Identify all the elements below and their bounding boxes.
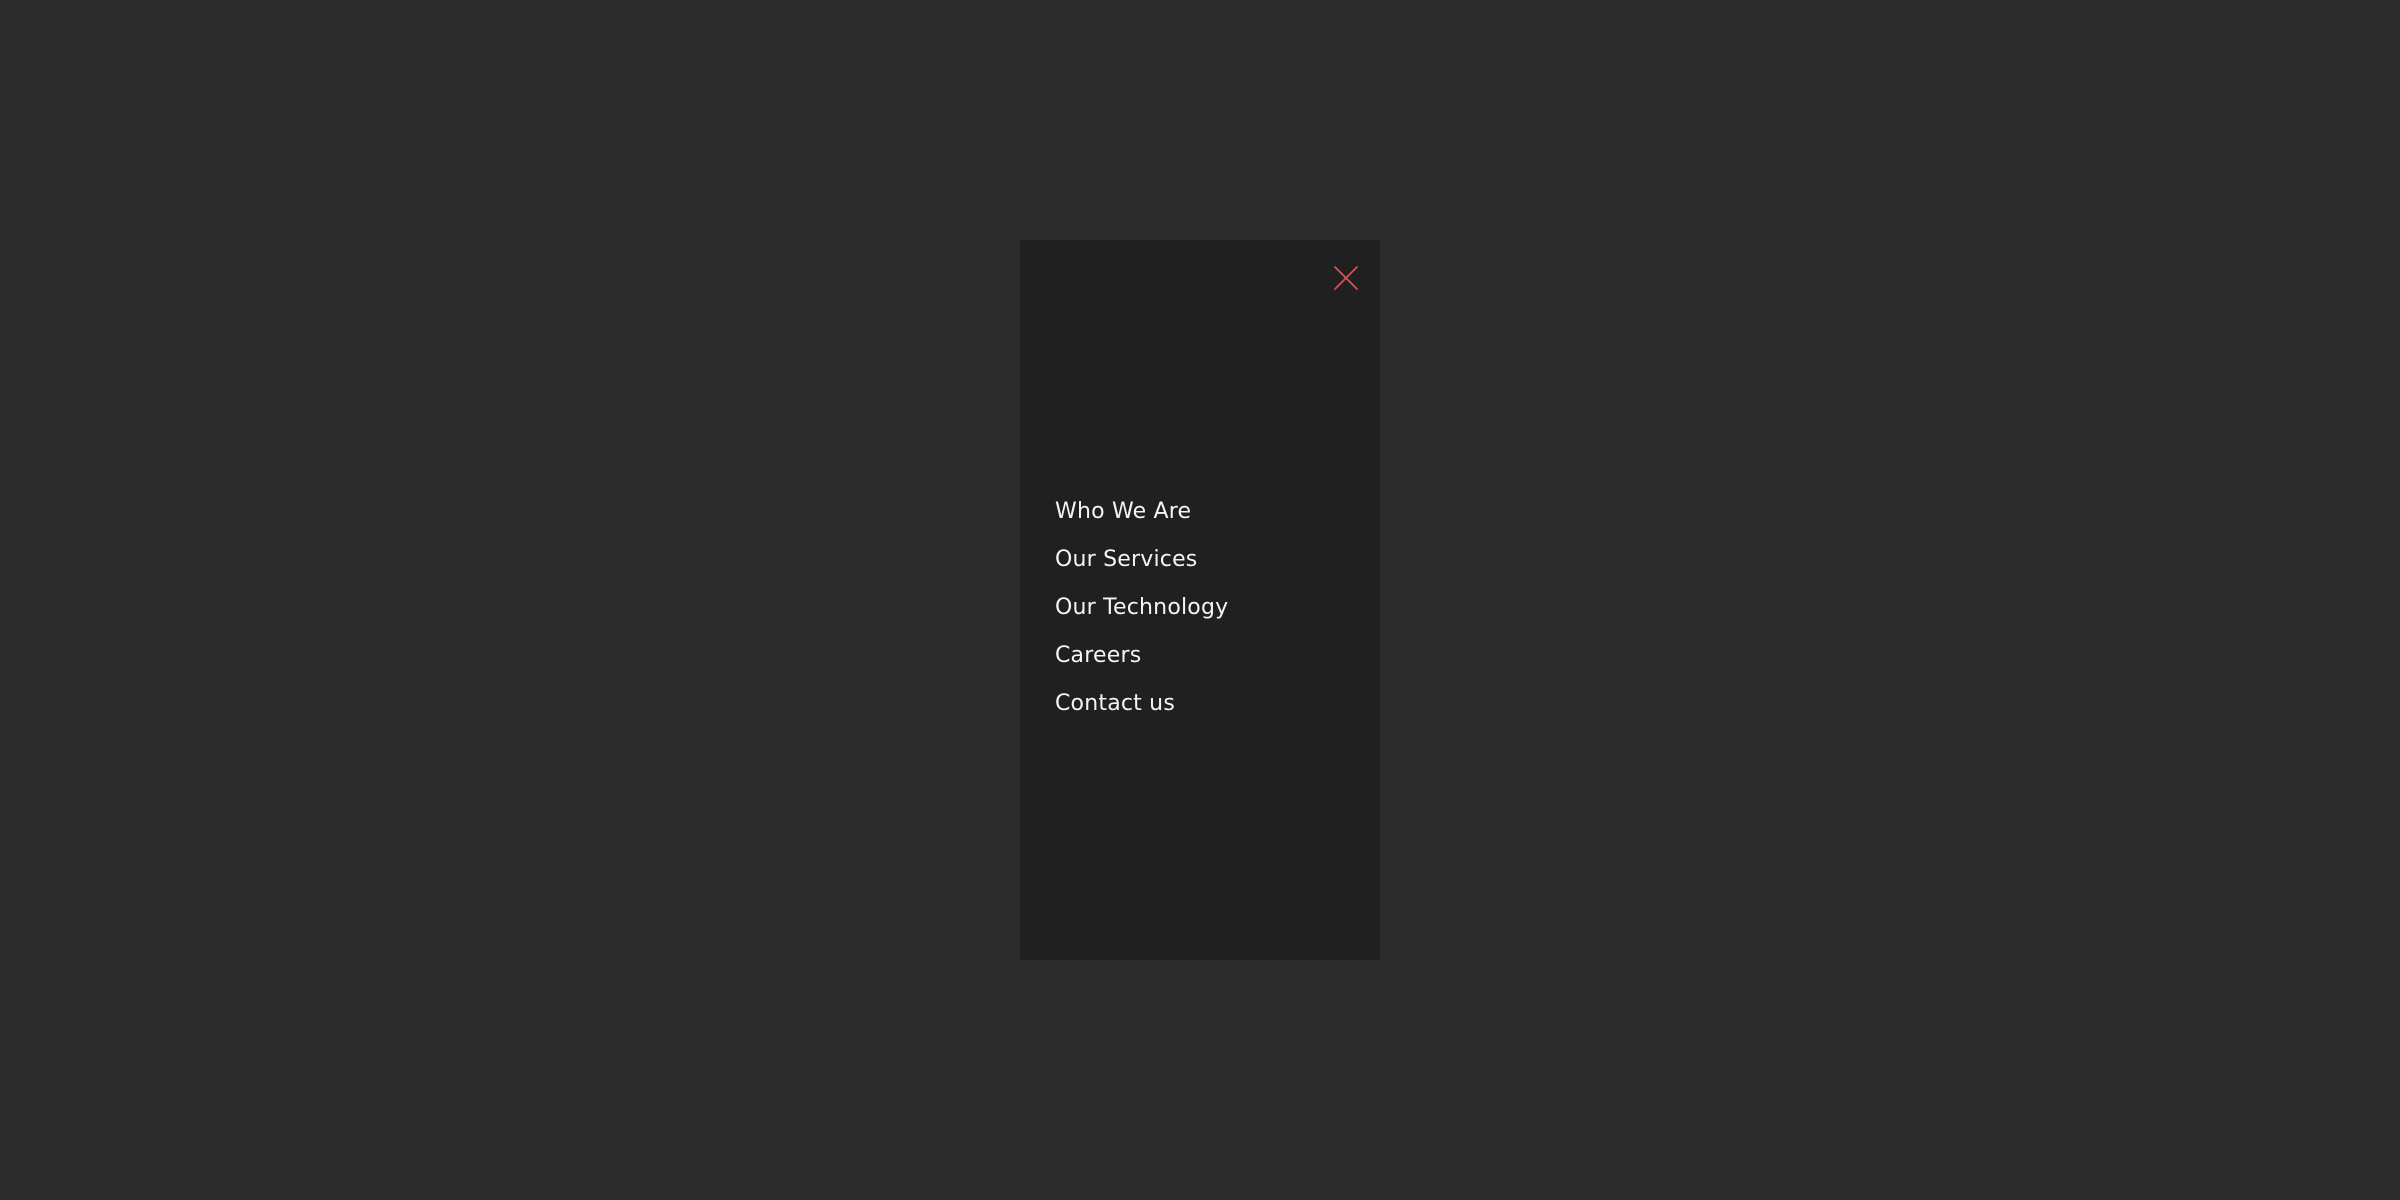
nav-link-our-technology[interactable]: Our Technology bbox=[1055, 584, 1228, 632]
nav-menu: Who We Are Our Services Our Technology C… bbox=[1055, 488, 1228, 728]
nav-link-our-services[interactable]: Our Services bbox=[1055, 536, 1228, 584]
nav-item-who-we-are: Who We Are bbox=[1055, 488, 1228, 536]
nav-item-careers: Careers bbox=[1055, 632, 1228, 680]
nav-item-contact-us: Contact us bbox=[1055, 680, 1228, 728]
mobile-nav-panel: Who We Are Our Services Our Technology C… bbox=[1020, 240, 1380, 960]
nav-link-who-we-are[interactable]: Who We Are bbox=[1055, 488, 1228, 536]
nav-link-contact-us[interactable]: Contact us bbox=[1055, 680, 1228, 728]
close-icon bbox=[1334, 266, 1358, 290]
nav-item-our-services: Our Services bbox=[1055, 536, 1228, 584]
nav-link-careers[interactable]: Careers bbox=[1055, 632, 1228, 680]
close-button[interactable] bbox=[1328, 260, 1364, 296]
nav-item-our-technology: Our Technology bbox=[1055, 584, 1228, 632]
